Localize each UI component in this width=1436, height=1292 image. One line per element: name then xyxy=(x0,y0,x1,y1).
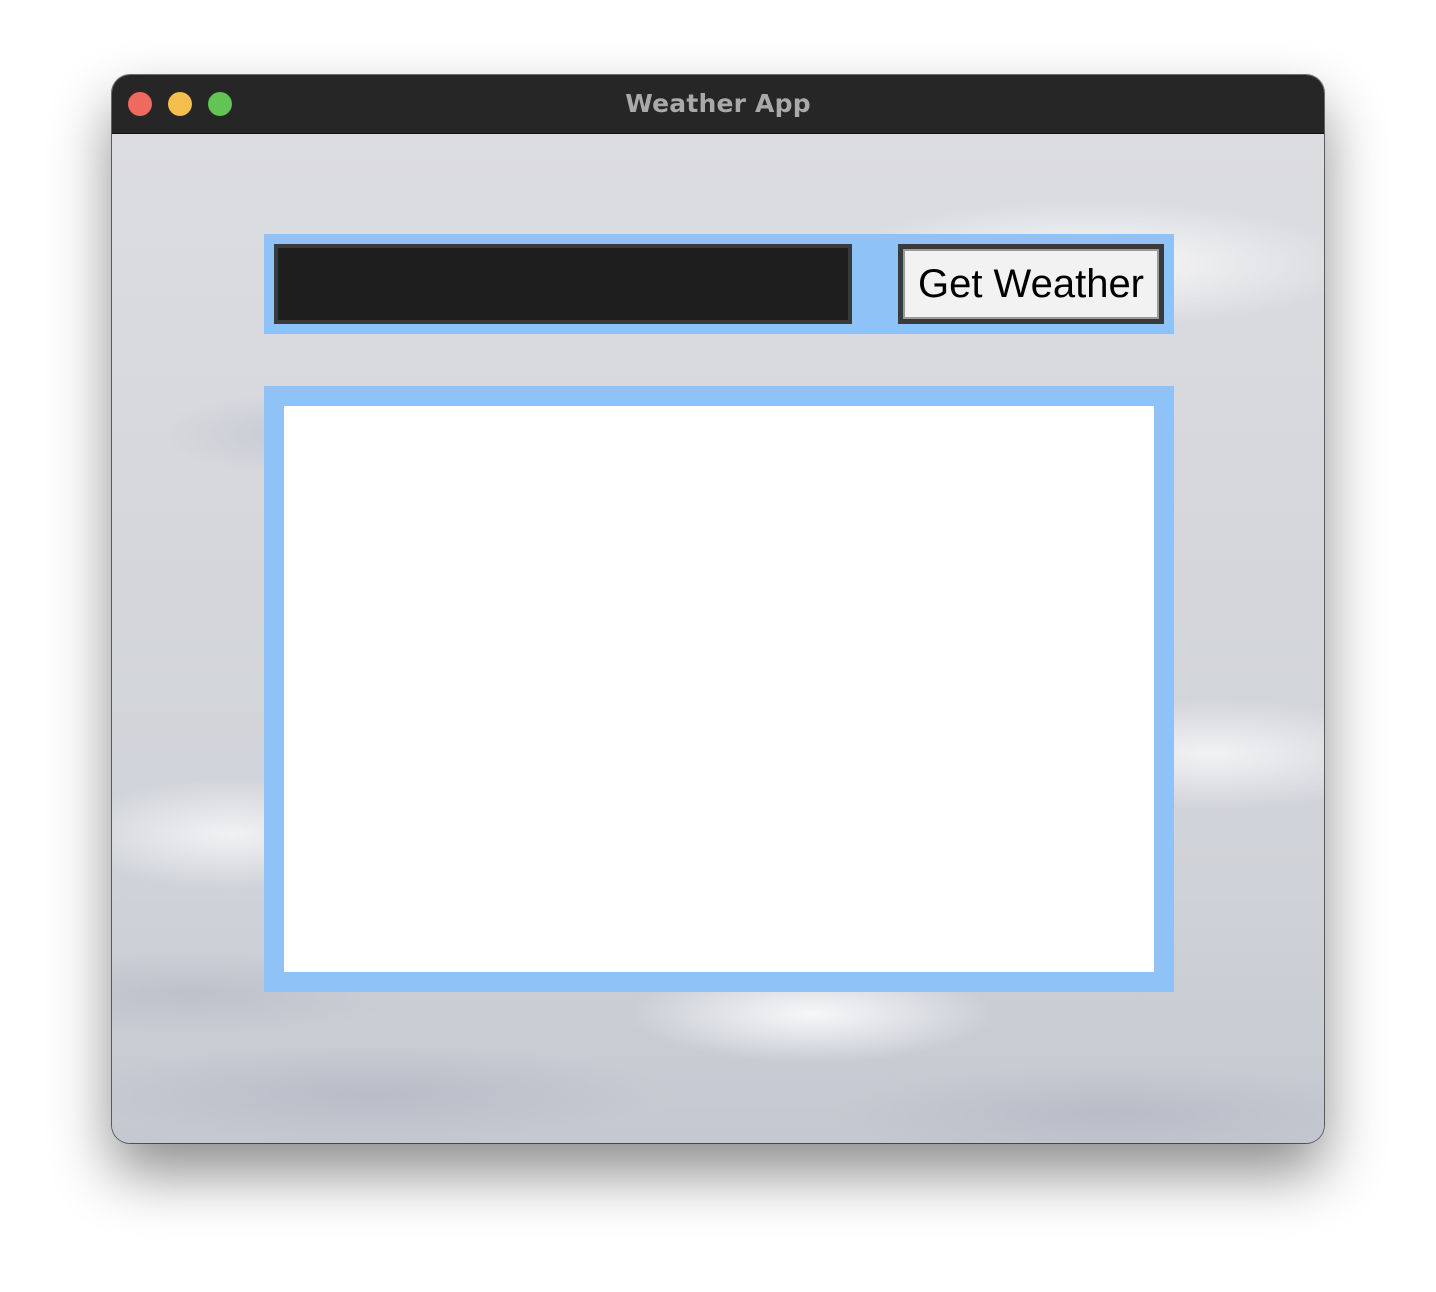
sky-background: Get Weather xyxy=(112,134,1324,1143)
result-frame xyxy=(264,386,1174,992)
get-weather-button[interactable]: Get Weather xyxy=(898,244,1164,324)
weather-result-panel xyxy=(284,406,1154,972)
app-window: Weather App Get Weather xyxy=(112,75,1324,1143)
title-bar[interactable]: Weather App xyxy=(112,75,1324,134)
city-input[interactable] xyxy=(274,244,852,324)
window-title: Weather App xyxy=(625,89,811,118)
search-bar-frame: Get Weather xyxy=(264,234,1174,334)
